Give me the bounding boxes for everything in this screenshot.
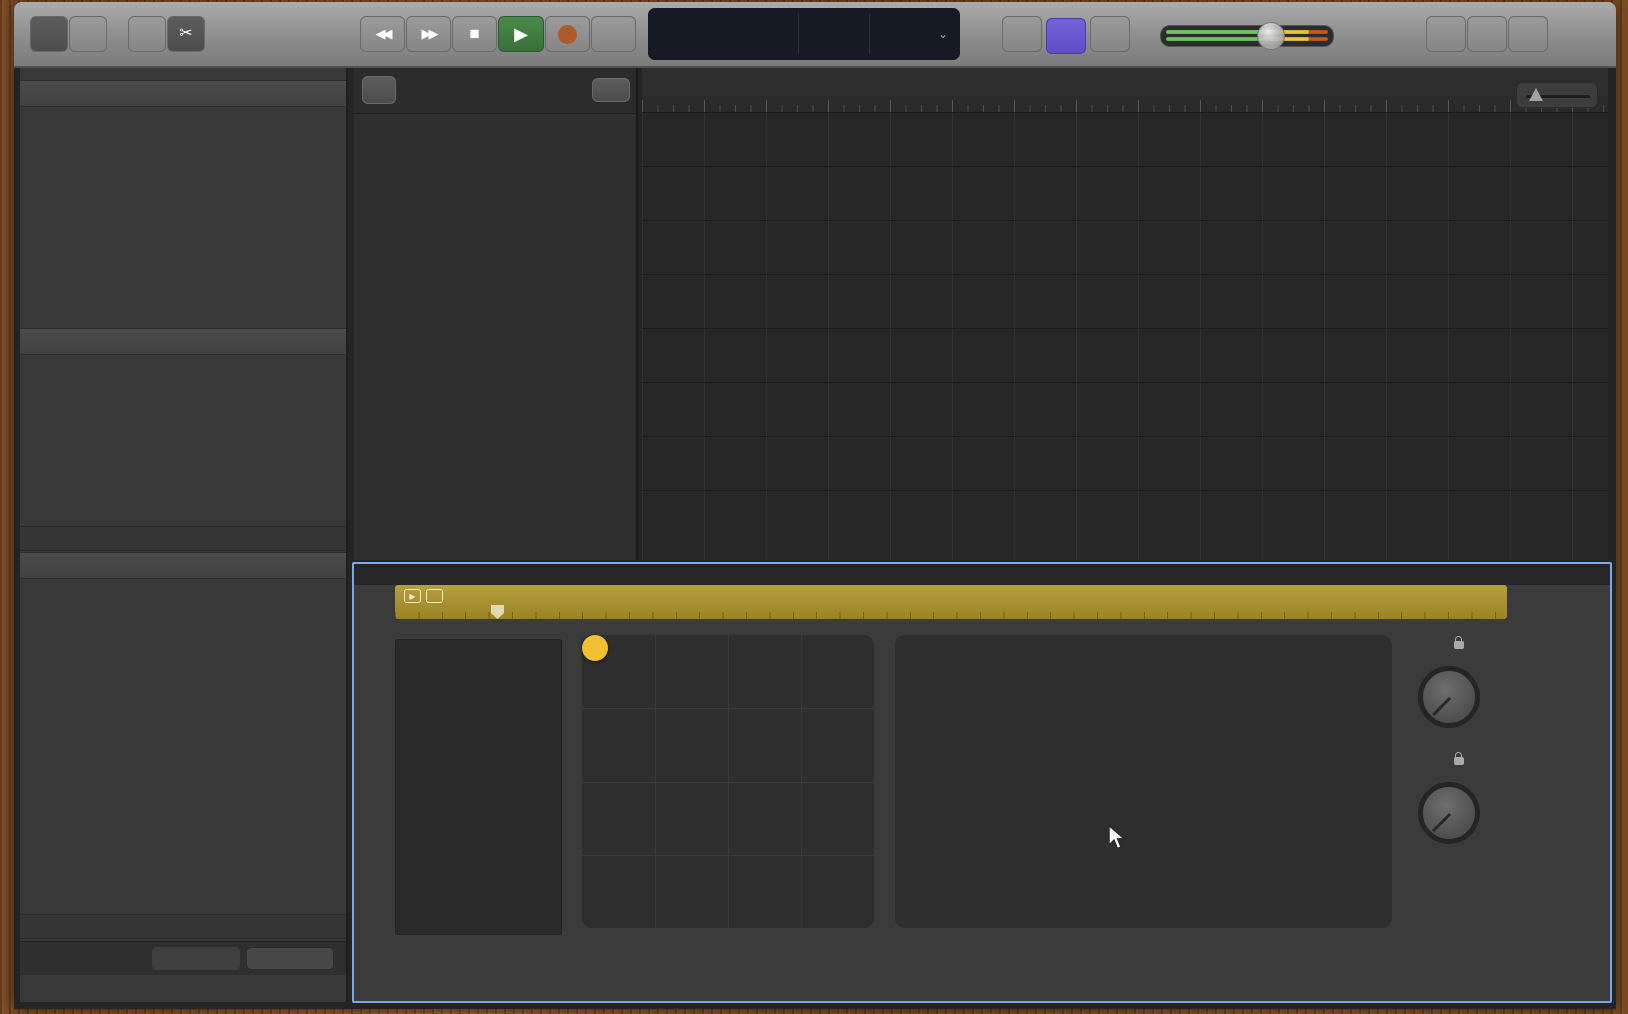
track-header-panel [354, 68, 638, 560]
cycle-button[interactable] [591, 16, 636, 52]
play-button[interactable]: ▶ [498, 16, 544, 52]
master-volume-meter [1166, 30, 1328, 34]
forward-button[interactable]: ▶▶ [406, 16, 451, 52]
editor-top-strip [354, 564, 1610, 585]
editor-region-chip[interactable] [426, 589, 443, 603]
percussion-instrument-panel [895, 635, 1392, 928]
library-sidebar [20, 68, 348, 1002]
add-track-button[interactable] [362, 76, 396, 104]
delete-button[interactable] [152, 947, 240, 970]
zoom-slider-thumb[interactable] [1529, 88, 1543, 101]
lcd-position [648, 8, 798, 60]
master-volume-slider[interactable] [1160, 25, 1334, 47]
forward-icon: ▶▶ [422, 26, 436, 42]
zoom-slider[interactable] [1516, 82, 1598, 108]
lock-icon [1454, 641, 1464, 649]
lock-icon [1454, 757, 1464, 765]
editor-ruler-ticks [395, 612, 1507, 619]
rewind-icon: ◀◀ [376, 26, 390, 42]
lcd-menu[interactable]: ⌄ [936, 8, 958, 60]
fills-knob[interactable] [1418, 666, 1480, 728]
record-icon [558, 25, 577, 44]
library-toggle-button[interactable] [30, 16, 68, 52]
editor-region-header[interactable]: ▶ [395, 585, 1507, 619]
editor-play-chip[interactable]: ▶ [404, 589, 421, 603]
tuner-dial-button[interactable] [128, 16, 166, 52]
xy-pad[interactable] [582, 635, 874, 928]
stop-icon: ■ [469, 24, 479, 44]
rewind-button[interactable]: ◀◀ [360, 16, 405, 52]
lcd-display[interactable]: ⌄ [648, 8, 960, 60]
library-header [20, 80, 346, 107]
play-icon: ▶ [409, 592, 415, 601]
genre-breadcrumb[interactable] [20, 526, 346, 551]
play-icon: ▶ [514, 24, 528, 45]
master-volume-meter [1166, 37, 1328, 41]
region-layer [642, 68, 1608, 560]
footer-breadcrumb[interactable] [20, 914, 346, 939]
tuning-fork-button[interactable] [1002, 16, 1042, 52]
count-in-button[interactable] [1046, 18, 1086, 54]
sounds-header [20, 552, 346, 579]
loop-browser-button[interactable] [1467, 16, 1507, 52]
fills-label [1416, 636, 1496, 649]
media-browser-button[interactable] [1508, 16, 1548, 52]
toolbar: ✂ ◀◀ ▶▶ ■ ▶ ⌄ [14, 2, 1616, 68]
mouse-cursor [1106, 824, 1129, 856]
note-pad-button[interactable] [1426, 16, 1466, 52]
sidebar-footer [20, 941, 346, 975]
track-filter-button[interactable] [592, 78, 630, 102]
beats-presets-list [395, 639, 562, 935]
record-button[interactable] [545, 16, 590, 52]
quick-help-button[interactable] [69, 16, 107, 52]
chevron-down-icon: ⌄ [938, 27, 948, 41]
edit-tools-button[interactable]: ✂ [167, 16, 205, 52]
drummer-editor: ▶ [352, 562, 1612, 1003]
xy-puck[interactable] [582, 635, 608, 661]
swing-division-segmented [1410, 856, 1492, 879]
swing-label [1412, 752, 1500, 765]
drummer-list [20, 356, 346, 476]
master-volume-thumb[interactable] [1257, 22, 1285, 50]
drummer-header [20, 328, 346, 355]
artist-avatar [128, 130, 240, 242]
screen: ✂ ◀◀ ▶▶ ■ ▶ ⌄ [0, 0, 1628, 1014]
metronome-button[interactable] [1090, 16, 1130, 52]
swing-knob[interactable] [1418, 782, 1480, 844]
lcd-key [870, 8, 936, 60]
save-button[interactable] [246, 947, 334, 970]
timeline [642, 68, 1608, 560]
scissors-icon: ✂ [179, 26, 192, 42]
lcd-tempo [799, 8, 869, 60]
stop-button[interactable]: ■ [452, 16, 497, 52]
